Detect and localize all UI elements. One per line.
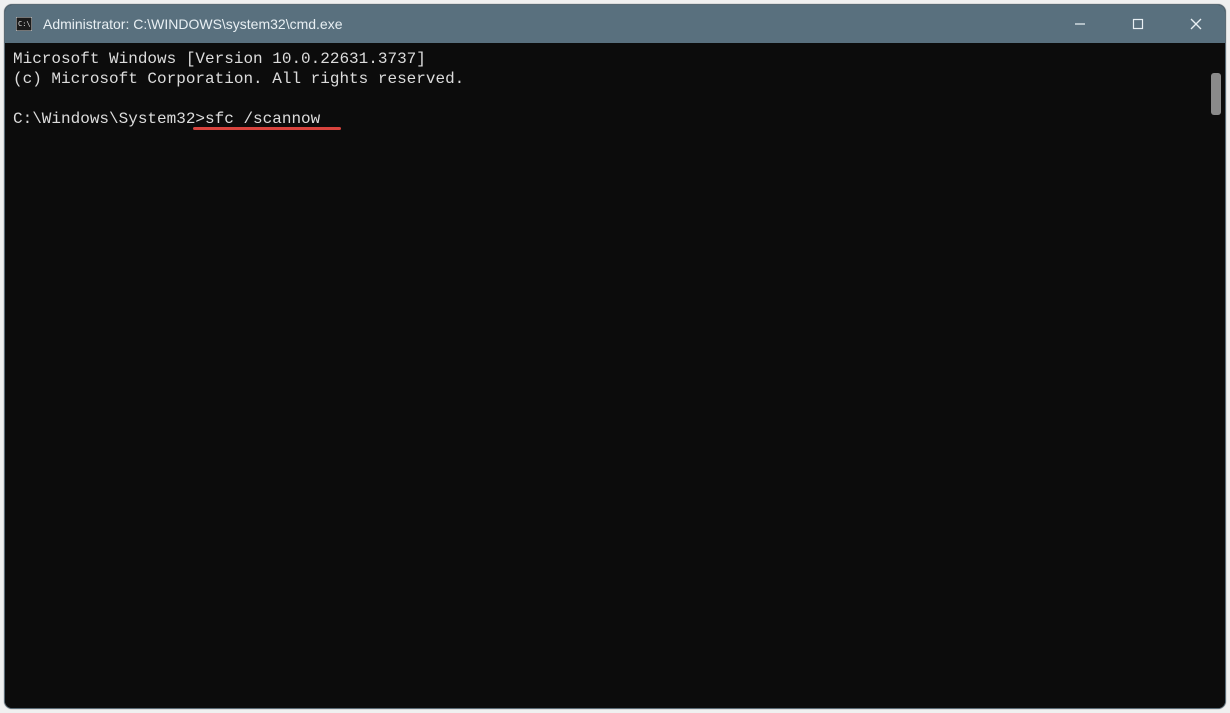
scrollbar-thumb[interactable] [1211, 73, 1221, 115]
minimize-button[interactable] [1051, 5, 1109, 43]
command-text: sfc /scannow [205, 110, 320, 128]
window-title: Administrator: C:\WINDOWS\system32\cmd.e… [43, 16, 343, 32]
terminal-output[interactable]: Microsoft Windows [Version 10.0.22631.37… [5, 43, 1207, 708]
prompt-text: C:\Windows\System32> [13, 110, 205, 128]
prompt-line: C:\Windows\System32>sfc /scannow [13, 109, 320, 129]
maximize-button[interactable] [1109, 5, 1167, 43]
svg-text:C:\: C:\ [18, 20, 31, 28]
annotation-underline [193, 127, 341, 130]
vertical-scrollbar[interactable] [1207, 43, 1225, 708]
close-button[interactable] [1167, 5, 1225, 43]
version-line: Microsoft Windows [Version 10.0.22631.37… [13, 50, 426, 68]
cmd-window: C:\ Administrator: C:\WINDOWS\system32\c… [4, 4, 1226, 709]
copyright-line: (c) Microsoft Corporation. All rights re… [13, 70, 464, 88]
titlebar[interactable]: C:\ Administrator: C:\WINDOWS\system32\c… [5, 5, 1225, 43]
cmd-icon: C:\ [15, 15, 33, 33]
client-area: Microsoft Windows [Version 10.0.22631.37… [5, 43, 1225, 708]
